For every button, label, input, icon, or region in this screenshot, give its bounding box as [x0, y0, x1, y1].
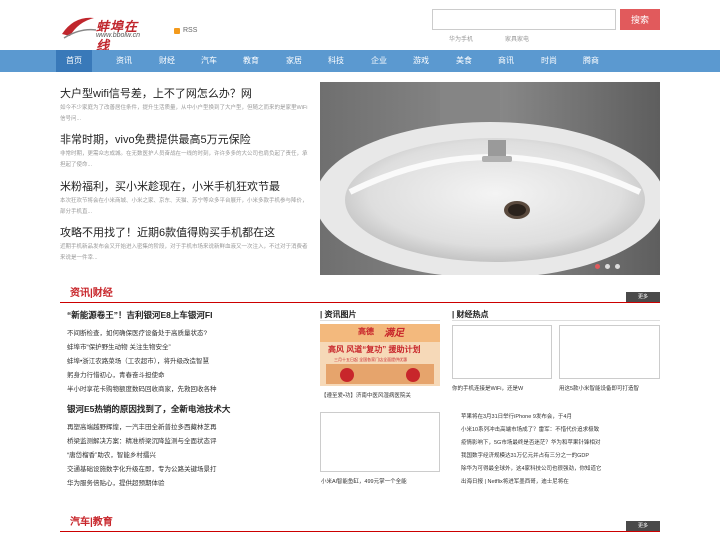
hot-thumbnail[interactable]: [559, 325, 660, 379]
headline-link[interactable]: “新能源卷王”！吉利银河E8上车银河FI: [67, 309, 212, 321]
slider-dots: [595, 264, 620, 269]
nav-item[interactable]: 家居: [276, 50, 312, 72]
news-link[interactable]: 桥梁监测解决方案：精准桥梁沉降监测与全面状态评: [67, 435, 217, 445]
section-divider: [60, 302, 660, 303]
banner-text: 高风 风道“复功” 援助计划: [328, 345, 421, 354]
logo-swoosh-icon: [62, 17, 97, 39]
hot-news-link[interactable]: 小米10系列冲击高端市场成了？雷军：不惜代价追求极致: [461, 425, 599, 433]
hero-news-item[interactable]: 大户型wifi信号差，上不了网怎么办？网 如今不少家庭为了改善居住条件，提升生活…: [60, 87, 310, 125]
hot-caption[interactable]: 你的手机连接是WiFi，还是W: [452, 384, 523, 392]
hot-news-link[interactable]: 我国数字经济规模达31万亿元并占有三分之一的GDP: [461, 451, 589, 459]
nav-item[interactable]: 游戏: [403, 50, 439, 72]
banner-text: 三月十五日起 全国各家门店全面提供优惠: [334, 357, 408, 362]
hero-news-desc: 非常时期，更需众志成城。在无数医护人员奋战在一线的时刻，许许多多的大公司也肩负起…: [60, 151, 308, 168]
logo-url: www.bbolw.cn: [96, 32, 140, 39]
nav-item-home[interactable]: 首页: [56, 50, 92, 72]
news-link[interactable]: 蚌埠•浙江农路菜场（工农超市），将升级改造智慧: [67, 355, 209, 365]
rss-icon: [174, 27, 180, 34]
section-divider: [60, 531, 660, 532]
hero-news-title[interactable]: 攻略不用找了！近期6款值得购买手机都在这: [60, 226, 310, 240]
main-nav: 首页 资讯 财经 汽车 教育 家居 科技 企业 游戏 美食 商讯 时尚 腾商: [0, 50, 720, 72]
rss-label: RSS: [183, 27, 198, 34]
slider-dot[interactable]: [595, 264, 600, 269]
hot-search-link[interactable]: 家具家电: [505, 34, 529, 43]
promo-banner-image[interactable]: 高德 满足 高风 风道“复功” 援助计划 三月十五日起 全国各家门店全面提供优惠: [320, 324, 440, 386]
headline-link[interactable]: 银河E5热销的原因找到了，全新电池技术大: [67, 403, 230, 415]
hero-news-desc: 本次狂欢节将会在小米商城、小米之家、京东、天猫、苏宁等众多平台展开，小米多款手机…: [60, 198, 308, 215]
hero-news-title[interactable]: 非常时期，vivo免费提供最高5万元保险: [60, 133, 310, 147]
hot-thumbnail[interactable]: [452, 325, 552, 379]
column-title-finance: | 财经热点: [452, 310, 489, 319]
hero-news-item[interactable]: 非常时期，vivo免费提供最高5万元保险 非常时期，更需众志成城。在无数医护人员…: [60, 133, 310, 171]
column-divider: [452, 320, 660, 321]
more-button[interactable]: 更多: [626, 521, 660, 531]
more-button[interactable]: 更多: [626, 292, 660, 302]
news-link[interactable]: 半小时享花卡购物额度数码回收商家，先救回收各种: [67, 383, 217, 393]
nav-item[interactable]: 美食: [446, 50, 482, 72]
nav-item[interactable]: 汽车: [191, 50, 227, 72]
news-link[interactable]: 交通基础设施数字化升级在即，专为公路关键场景打: [67, 463, 217, 473]
picture-placeholder[interactable]: [320, 412, 440, 472]
site-logo[interactable]: 蚌埠在线 www.bbolw.cn: [60, 12, 148, 54]
hero-news-title[interactable]: 大户型wifi信号差，上不了网怎么办？网: [60, 87, 310, 101]
nav-item[interactable]: 腾商: [573, 50, 609, 72]
hot-news-link[interactable]: 疫情影响下，5G市场最终是否迷茫？华为和苹果针锋相对: [461, 438, 600, 446]
news-link[interactable]: 华为服务倍贴心，提供超预期体验: [67, 477, 165, 487]
nav-item[interactable]: 科技: [318, 50, 354, 72]
hero-news-item[interactable]: 米粉福利，买小米趁现在，小米手机狂欢节最 本次狂欢节将会在小米商城、小米之家、京…: [60, 180, 310, 218]
nav-item[interactable]: 企业: [361, 50, 397, 72]
hot-search-link[interactable]: 华为手机: [449, 34, 473, 43]
section-title[interactable]: 汽车|教育: [70, 513, 113, 528]
nav-item[interactable]: 商讯: [488, 50, 524, 72]
search-button[interactable]: 搜索: [620, 9, 660, 30]
hero-news-title[interactable]: 米粉福利，买小米趁现在，小米手机狂欢节最: [60, 180, 310, 194]
column-title-pictures: | 资讯图片: [320, 310, 357, 319]
news-link[interactable]: “唐岱榴香”助农，智能乡村擂兴: [67, 449, 156, 459]
hot-news-link[interactable]: 出海日报 | Netflix将进军墨西哥，迪士尼将在: [461, 477, 569, 485]
slider-dot[interactable]: [605, 264, 610, 269]
banner-text: 高德: [358, 327, 374, 336]
search-input[interactable]: [432, 9, 616, 30]
rss-link[interactable]: RSS: [174, 27, 197, 34]
picture-caption[interactable]: 【遵至爱•功】济南中医风湿病医院关: [321, 391, 411, 399]
slider-dot[interactable]: [615, 264, 620, 269]
news-link[interactable]: 再塑高端越野辉煌，一汽丰田全新普拉多西藏林芝再: [67, 421, 217, 431]
news-link[interactable]: 蚌埠市“保护野生动物 关注生物安全”: [67, 341, 171, 351]
header: 蚌埠在线 www.bbolw.cn RSS 搜索 华为手机 家具家电: [0, 0, 720, 54]
hero-news-desc: 近期手机新品发布会又开始进入密集的阶段，对于手机市场来说新鲜血液又一次注入，不过…: [60, 244, 308, 261]
nav-item[interactable]: 教育: [233, 50, 269, 72]
hero-slider[interactable]: [320, 82, 660, 275]
sink-photo: [320, 82, 660, 275]
banner-text: 满足: [384, 328, 404, 339]
nav-item[interactable]: 资讯: [106, 50, 142, 72]
hero-news-desc: 如今不少家庭为了改善居住条件，提升生活质量，从中小户型换到了大户型，但随之而来的…: [60, 105, 308, 122]
nav-item[interactable]: 时尚: [531, 50, 567, 72]
section-title[interactable]: 资讯|财经: [70, 284, 113, 299]
nav-item[interactable]: 财经: [149, 50, 185, 72]
news-link[interactable]: 躬身力行惜初心，青春奋斗担使命: [67, 369, 165, 379]
picture-caption[interactable]: 小米Al智能鱼缸，499元掌一个全能: [321, 477, 407, 485]
column-divider: [320, 320, 440, 321]
hot-news-link[interactable]: 苹果将在3月31日举行iPhone 9发布会，于4月: [461, 412, 572, 420]
hot-caption[interactable]: 用这5款小米智能设备即可打造智: [559, 384, 639, 392]
hot-news-link[interactable]: 除华为可得最全球外，这4家科技公司也很强劲，你知道它: [461, 464, 602, 472]
hero-news-item[interactable]: 攻略不用找了！近期6款值得购买手机都在这 近期手机新品发布会又开始进入密集的阶段…: [60, 226, 310, 264]
news-link[interactable]: 不间断检查，如何确保医疗设备处于高质量状态?: [67, 327, 207, 337]
